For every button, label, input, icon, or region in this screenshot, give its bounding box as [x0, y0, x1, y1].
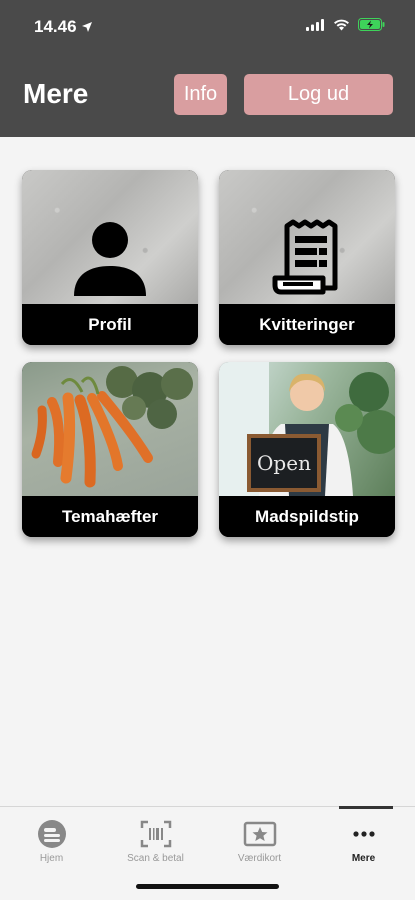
logout-button[interactable]: Log ud [244, 74, 393, 115]
carrots-illustration [31, 366, 193, 488]
open-sign-photo: Open [219, 362, 395, 496]
svg-text:Open: Open [257, 451, 311, 475]
location-arrow-icon [81, 22, 92, 32]
info-button[interactable]: Info [174, 74, 227, 115]
page-title: Mere [23, 78, 89, 109]
status-icons [306, 18, 385, 31]
carrots-photo [22, 362, 198, 496]
app-header: 14.46 Mere Info Log ud [0, 0, 415, 137]
tab-hjem[interactable]: Hjem [0, 819, 103, 879]
concrete-background [219, 170, 395, 304]
tile-temahaefter[interactable]: Temahæfter [22, 362, 198, 537]
tab-scan-betal[interactable]: Scan & betal [104, 819, 207, 879]
tab-mere[interactable]: Mere [312, 819, 415, 879]
tile-label: Kvitteringer [219, 304, 395, 345]
tab-label: Scan & betal [127, 853, 184, 864]
more-dots-icon [352, 831, 375, 837]
tile-madspildstip[interactable]: Open Madspildstip [219, 362, 395, 537]
star-card-icon [243, 821, 276, 847]
wifi-icon [334, 19, 349, 30]
barcode-scan-icon [140, 820, 171, 848]
receipt-icon [272, 219, 338, 295]
person-icon [74, 222, 146, 296]
tile-profil[interactable]: Profil [22, 170, 198, 345]
status-time: 14.46 [34, 17, 93, 37]
tab-label: Mere [351, 853, 376, 864]
tab-vaerdikort[interactable]: Værdikort [208, 819, 311, 879]
tile-label: Temahæfter [22, 496, 198, 537]
tile-label: Profil [22, 304, 198, 345]
home-icon [37, 820, 66, 848]
tab-label: Værdikort [237, 853, 282, 864]
clock-text: 14.46 [34, 17, 77, 36]
battery-charging-icon [358, 18, 385, 31]
active-tab-indicator [339, 806, 393, 809]
home-indicator [136, 884, 279, 889]
concrete-background [22, 170, 198, 304]
tile-label: Madspildstip [219, 496, 395, 537]
tile-kvitteringer[interactable]: Kvitteringer [219, 170, 395, 345]
status-bar: 14.46 [0, 0, 415, 54]
tab-label: Hjem [39, 853, 64, 864]
signal-icon [306, 18, 324, 31]
shopkeeper-illustration: Open [219, 362, 395, 496]
